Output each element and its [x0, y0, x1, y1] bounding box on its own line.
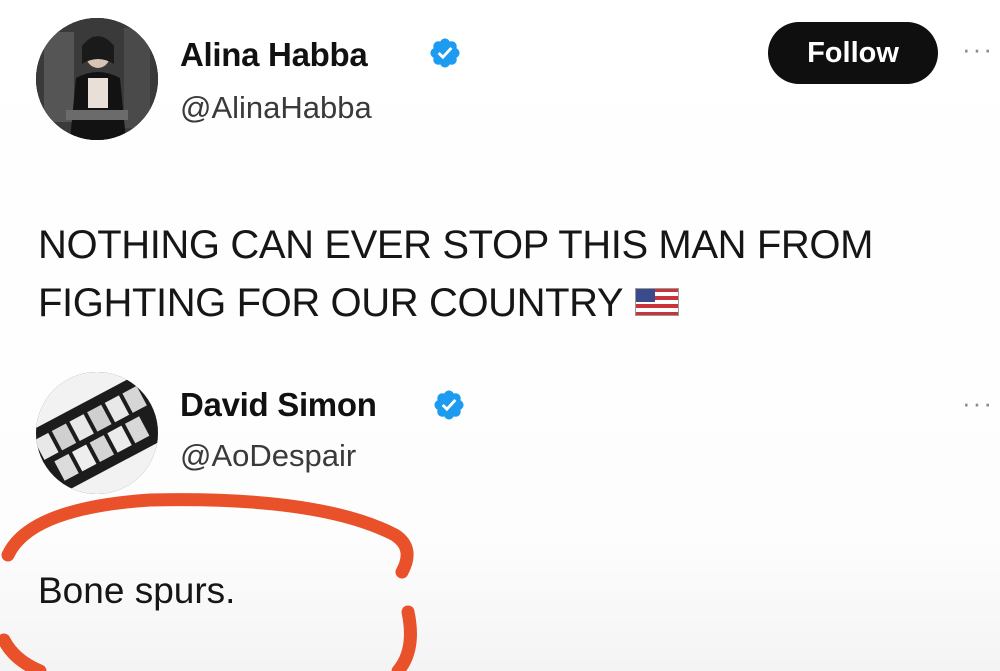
reply-tweet-text: Bone spurs.	[38, 570, 236, 611]
flag-us-icon	[635, 288, 680, 317]
tweet-body: NOTHING CAN EVER STOP THIS MAN FROM FIGH…	[38, 223, 873, 325]
original-author-name[interactable]: Alina Habba	[180, 36, 368, 74]
more-options-icon[interactable]: ···	[962, 390, 994, 416]
more-options-icon[interactable]: ···	[962, 36, 994, 62]
verified-badge-icon	[430, 38, 460, 68]
alina-habba-avatar[interactable]	[36, 18, 158, 140]
original-author-handle[interactable]: @AlinaHabba	[180, 90, 372, 126]
david-simon-avatar[interactable]	[36, 372, 158, 494]
verified-badge-icon	[434, 390, 464, 420]
reply-author-name[interactable]: David Simon	[180, 386, 377, 424]
reply-author-handle[interactable]: @AoDespair	[180, 438, 356, 474]
follow-button[interactable]: Follow	[768, 22, 938, 84]
original-tweet-text: NOTHING CAN EVER STOP THIS MAN FROM FIGH…	[38, 216, 988, 332]
tweet-screenshot: Alina Habba @AlinaHabba Follow ··· NOTHI…	[0, 0, 1000, 671]
